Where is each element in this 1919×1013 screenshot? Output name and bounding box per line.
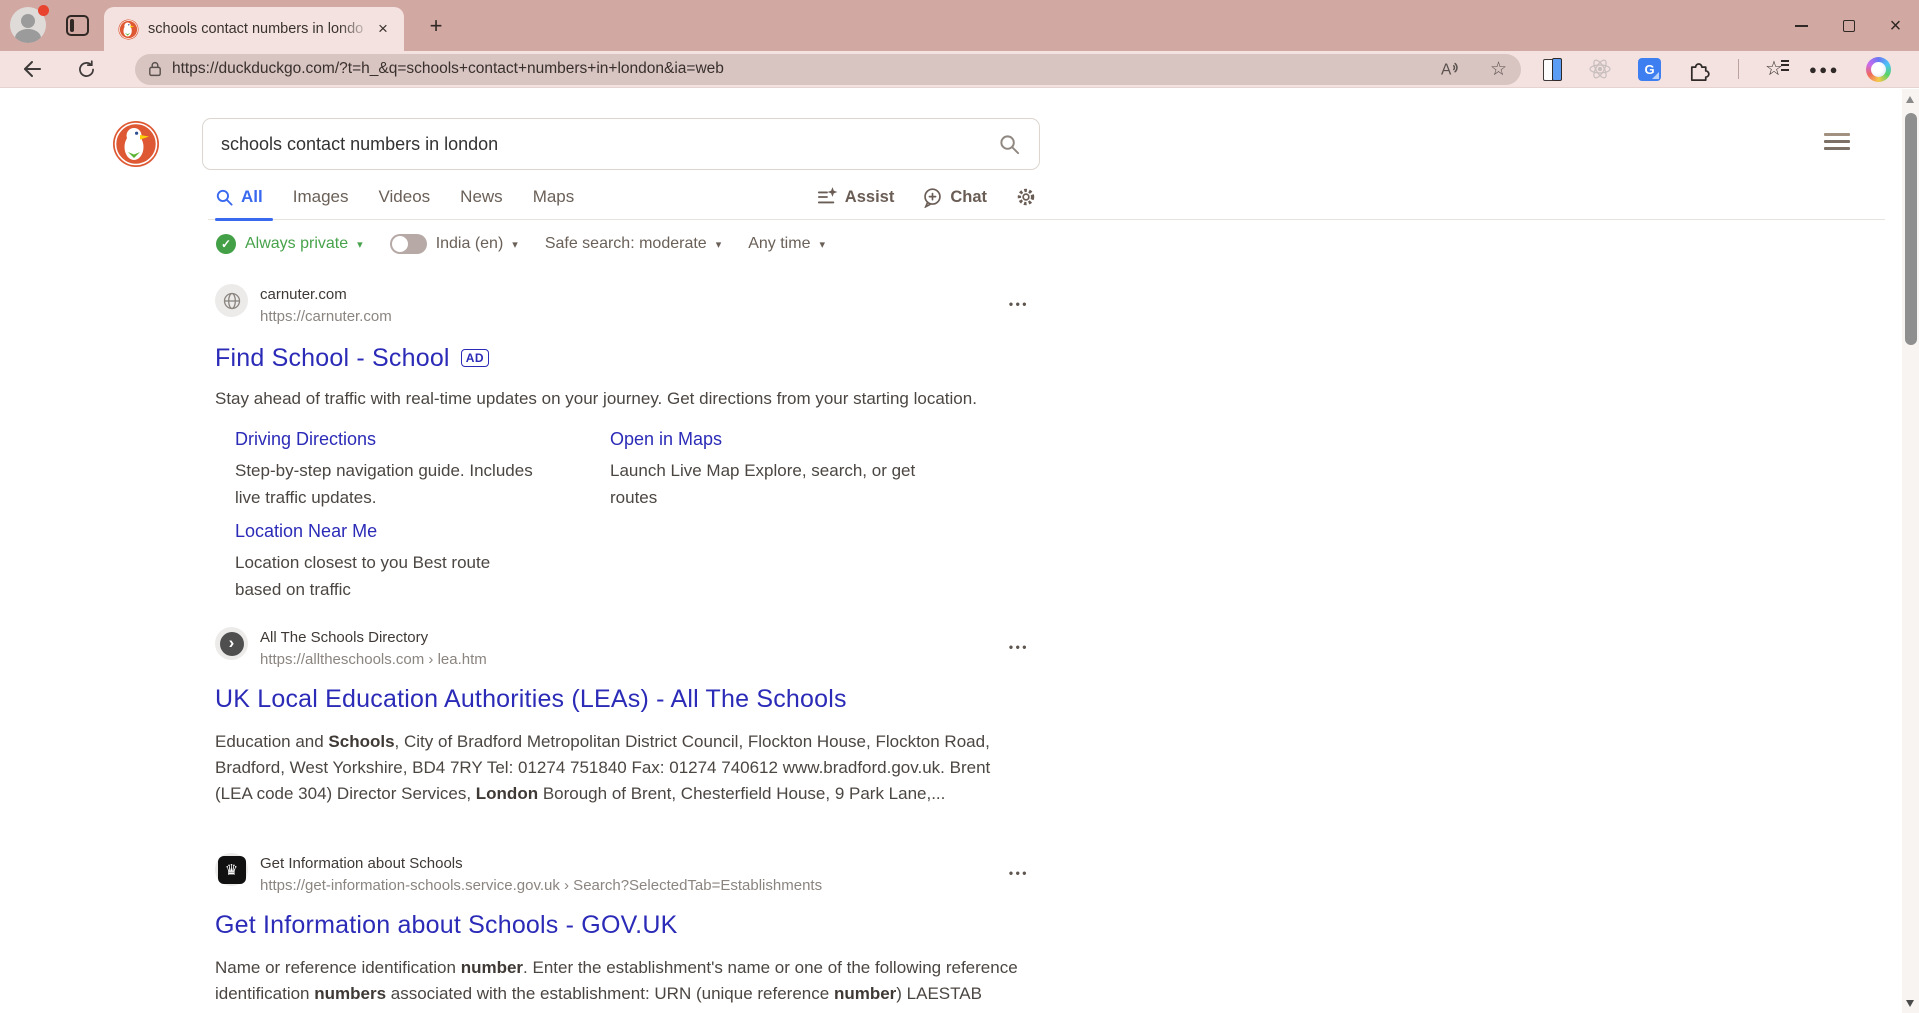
browser-tab[interactable]: schools contact numbers in londo × [104,7,404,51]
globe-favicon-icon [215,284,248,317]
favorite-star-icon[interactable]: ☆ [1490,60,1507,79]
avatar-head [21,14,35,28]
result-url[interactable]: https://get-information-schools.service.… [260,878,822,893]
restore-icon [1843,20,1855,32]
refresh-button[interactable] [76,59,97,80]
menu-hamburger-icon[interactable] [1824,133,1850,155]
region-toggle[interactable] [390,234,427,254]
close-icon: × [1890,16,1902,36]
result-description: Stay ahead of traffic with real-time upd… [215,389,1033,409]
ad-badge: AD [461,349,489,367]
active-tab-underline [215,218,273,221]
back-arrow-icon [20,57,44,81]
read-aloud-icon[interactable]: A [1440,59,1462,79]
profile-notification-dot [38,5,49,16]
sitelink-desc: Step-by-step navigation guide. Includes … [235,457,550,511]
lock-icon[interactable] [147,60,163,78]
result-snippet: Education and Schools, City of Bradford … [215,729,1027,807]
result-source[interactable]: Get Information about Schools [260,853,822,871]
svg-text:A: A [1441,61,1452,78]
search-result: ♛ Get Information about Schools https://… [215,853,1033,1013]
restore-button[interactable] [1825,0,1872,51]
all-search-icon [215,188,234,207]
refresh-icon [76,59,97,80]
result-url[interactable]: https://carnuter.com [260,309,392,324]
scroll-up-icon[interactable] [1906,96,1914,103]
page-content: All Images Videos News Maps Assist Chat [0,89,1902,1013]
new-tab-button[interactable]: + [422,12,450,40]
caret-down-icon: ▾ [512,238,518,251]
address-bar[interactable]: A ☆ [135,54,1521,85]
time-filter-dropdown[interactable]: Any time ▾ [748,235,825,253]
search-settings-gear-icon[interactable] [1015,186,1037,208]
search-result: › All The Schools Directory https://allt… [215,627,1033,807]
minimize-icon [1795,25,1808,27]
result-options-icon[interactable]: ••• [1009,866,1033,880]
search-magnifier-icon[interactable] [998,133,1021,156]
region-dropdown[interactable]: India (en) ▾ [390,234,518,254]
tab-title: schools contact numbers in londo [148,21,372,37]
result-title-link[interactable]: Find School - School [215,344,450,373]
close-window-button[interactable]: × [1872,0,1919,51]
page-scrollbar[interactable] [1902,89,1919,1013]
sitelink: Open in Maps Launch Live Map Explore, se… [610,429,950,511]
search-result-ad: carnuter.com https://carnuter.com ••• Fi… [215,284,1033,603]
tab-close-icon[interactable]: × [372,18,394,40]
result-source[interactable]: All The Schools Directory [260,627,487,645]
caret-down-icon: ▾ [716,238,722,251]
sitelink: Location Near Me Location closest to you… [235,521,610,603]
result-title-link[interactable]: Get Information about Schools - GOV.UK [215,911,677,940]
tab-maps[interactable]: Maps [533,187,575,207]
assist-sparkle-icon [816,187,838,207]
toolbar-divider [1738,59,1739,79]
result-options-icon[interactable]: ••• [1009,640,1033,654]
result-url[interactable]: https://alltheschools.com › lea.htm [260,652,487,667]
tab-images[interactable]: Images [293,187,349,207]
avatar-body [15,29,41,43]
result-snippet: Name or reference identification number.… [215,955,1027,1013]
extensions-puzzle-icon[interactable] [1687,57,1712,82]
result-domain[interactable]: carnuter.com [260,284,392,302]
result-title-link[interactable]: UK Local Education Authorities (LEAs) - … [215,685,847,714]
tab-videos[interactable]: Videos [378,187,430,207]
sitelink-desc: Location closest to you Best route based… [235,549,525,603]
sitelink-title[interactable]: Open in Maps [610,429,722,450]
favorites-list-icon[interactable]: ☆ [1765,59,1783,79]
govuk-favicon-icon: ♛ [215,853,248,886]
minimize-button[interactable] [1778,0,1825,51]
safe-search-dropdown[interactable]: Safe search: moderate ▾ [545,235,721,253]
sitelink-desc: Launch Live Map Explore, search, or get … [610,457,945,511]
settings-menu-icon[interactable]: ●●● [1809,62,1840,77]
sitelink-title[interactable]: Driving Directions [235,429,376,450]
scroll-down-icon[interactable] [1906,1000,1914,1007]
result-options-icon[interactable]: ••• [1009,297,1033,311]
nav-divider [208,219,1885,220]
sitelink-title[interactable]: Location Near Me [235,521,377,542]
search-box[interactable] [202,118,1040,170]
duckduckgo-favicon-icon [118,19,139,40]
arrow-favicon-icon: › [215,627,248,660]
privacy-check-icon: ✓ [216,234,236,254]
browser-titlebar: schools contact numbers in londo × + × [0,0,1919,51]
extension-atom-icon[interactable] [1588,57,1612,81]
browser-toolbar: A ☆ G ☆ ●●● [0,51,1919,88]
translate-extension-icon[interactable]: G [1638,58,1661,81]
url-input[interactable] [172,60,1440,78]
duckduckgo-logo[interactable] [112,120,160,168]
tab-news[interactable]: News [460,187,503,207]
back-button[interactable] [20,57,44,81]
tab-all[interactable]: All [215,187,263,207]
privacy-dropdown[interactable]: ✓ Always private ▾ [216,234,363,254]
search-input[interactable] [221,134,998,155]
scrollbar-thumb[interactable] [1905,113,1917,345]
assist-button[interactable]: Assist [816,187,895,207]
copilot-icon[interactable] [1866,57,1891,82]
sitelink: Driving Directions Step-by-step navigati… [235,429,610,511]
caret-down-icon: ▾ [357,238,363,251]
chat-bubble-icon [922,187,943,208]
chat-button[interactable]: Chat [922,187,987,208]
tab-layout-icon[interactable] [66,15,89,36]
browser-essentials-icon[interactable] [1543,58,1562,81]
caret-down-icon: ▾ [819,238,825,251]
